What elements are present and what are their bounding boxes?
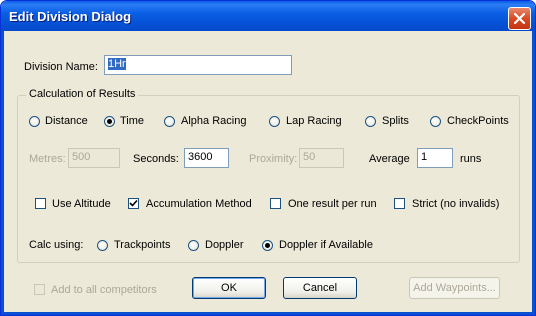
cancel-button[interactable]: Cancel (283, 277, 357, 299)
radio-time-label[interactable]: Time (120, 115, 144, 127)
radio-splits[interactable] (365, 116, 376, 127)
close-icon (513, 12, 526, 25)
calc-using-label: Calc using: (29, 239, 84, 251)
seconds-input[interactable]: 3600 (184, 148, 229, 168)
radio-doppler[interactable] (188, 240, 199, 251)
division-name-value: 1Hr (108, 58, 126, 70)
title-bar[interactable]: Edit Division Dialog (1, 1, 535, 31)
proximity-input[interactable]: 50 (299, 148, 344, 168)
radio-splits-label[interactable]: Splits (382, 115, 409, 127)
radio-checkpoints-label[interactable]: CheckPoints (447, 115, 509, 127)
radio-time[interactable] (104, 116, 115, 127)
radio-doppler-if-available-label[interactable]: Doppler if Available (279, 239, 373, 251)
strict-no-invalids-label[interactable]: Strict (no invalids) (412, 198, 499, 210)
accumulation-method-checkbox[interactable] (128, 198, 139, 209)
division-name-input[interactable]: 1Hr (104, 55, 292, 75)
one-result-per-run-checkbox[interactable] (270, 198, 281, 209)
accumulation-method-label[interactable]: Accumulation Method (146, 198, 252, 210)
strict-no-invalids-checkbox[interactable] (394, 198, 405, 209)
add-to-all-competitors-label[interactable]: Add to all competitors (51, 284, 157, 296)
average-input[interactable]: 1 (417, 148, 453, 168)
close-button[interactable] (508, 7, 531, 30)
radio-distance[interactable] (29, 116, 40, 127)
one-result-per-run-label[interactable]: One result per run (288, 198, 377, 210)
radio-doppler-if-available[interactable] (262, 240, 273, 251)
use-altitude-label[interactable]: Use Altitude (52, 198, 111, 210)
metres-label: Metres: (29, 153, 66, 165)
radio-trackpoints-label[interactable]: Trackpoints (114, 239, 170, 251)
calculation-group-title: Calculation of Results (26, 88, 139, 100)
radio-lap-racing[interactable] (269, 116, 280, 127)
radio-trackpoints[interactable] (97, 240, 108, 251)
add-to-all-competitors-checkbox[interactable] (34, 284, 45, 295)
metres-input[interactable]: 500 (68, 148, 120, 168)
radio-alpha-racing-label[interactable]: Alpha Racing (181, 115, 246, 127)
use-altitude-checkbox[interactable] (35, 198, 46, 209)
window-frame-left (1, 31, 4, 315)
division-name-label: Division Name: (24, 61, 98, 73)
edit-division-dialog: Edit Division Dialog Division Name: 1Hr … (0, 0, 536, 316)
radio-doppler-label[interactable]: Doppler (205, 239, 244, 251)
dialog-title: Edit Division Dialog (9, 9, 132, 24)
checkmark-icon (129, 199, 138, 207)
add-waypoints-button[interactable]: Add Waypoints... (409, 277, 500, 299)
radio-alpha-racing[interactable] (164, 116, 175, 127)
radio-distance-label[interactable]: Distance (45, 115, 88, 127)
window-frame-bottom (1, 312, 535, 315)
ok-button[interactable]: OK (192, 277, 266, 299)
average-unit: runs (460, 153, 482, 165)
proximity-label: Proximity: (249, 153, 298, 165)
average-label: Average (369, 153, 410, 165)
radio-lap-racing-label[interactable]: Lap Racing (286, 115, 342, 127)
radio-checkpoints[interactable] (430, 116, 441, 127)
window-frame-right (532, 31, 535, 315)
seconds-label: Seconds: (133, 153, 179, 165)
